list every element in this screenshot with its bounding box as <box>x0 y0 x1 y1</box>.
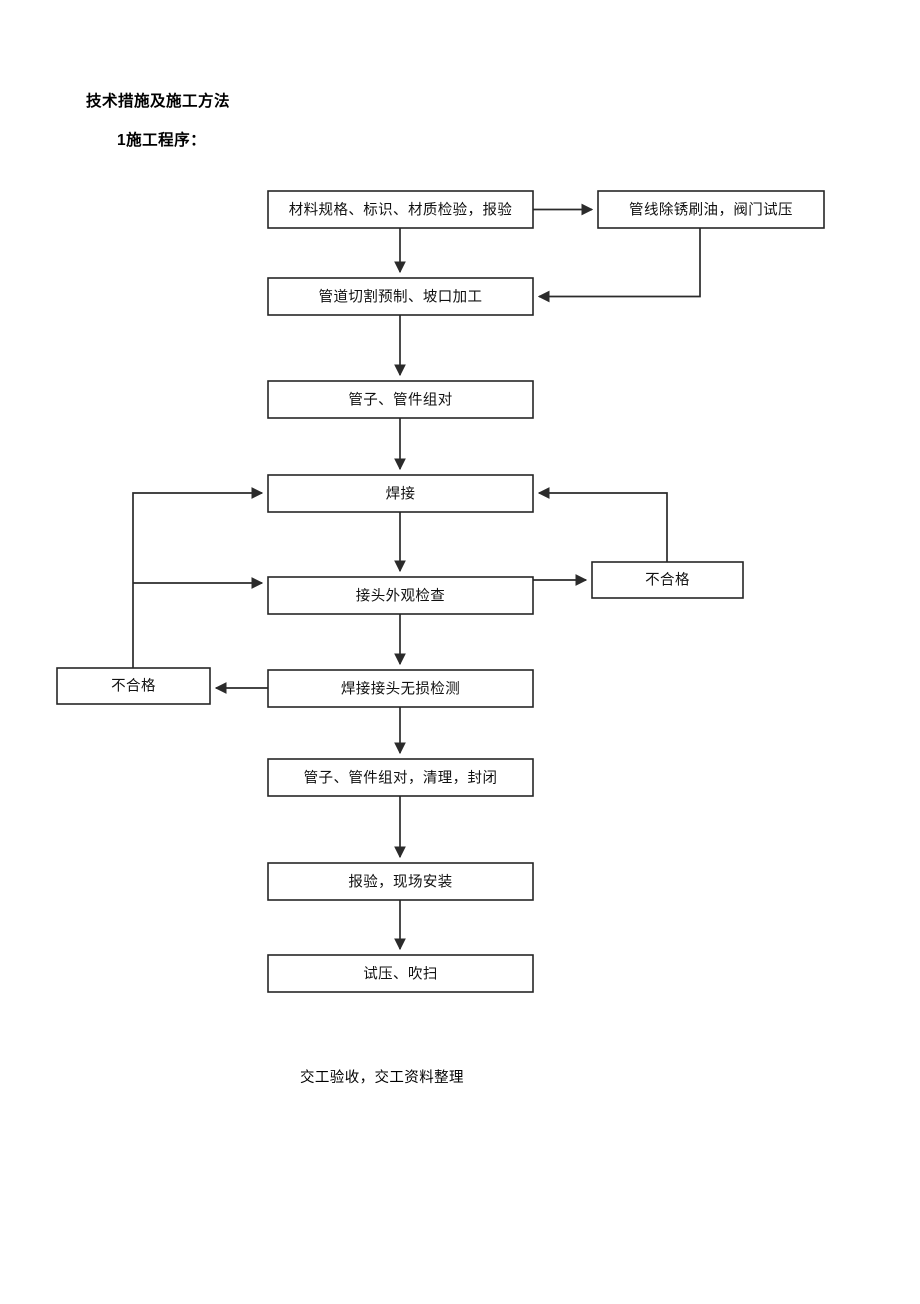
node-label-reject-left: 不合格 <box>111 677 156 694</box>
node-label-reject-right: 不合格 <box>645 571 690 588</box>
edge-reject-right-to-welding <box>537 487 668 562</box>
flow-node: 焊接接头无损检测 <box>267 669 534 708</box>
node-label-material-spec: 材料规格、标识、材质检验，报验 <box>289 201 513 218</box>
node-label-joint-visual-inspection: 接头外观检查 <box>356 587 445 604</box>
edge-reject-left-to-welding <box>132 487 264 668</box>
flow-node: 焊接 <box>267 474 534 513</box>
flowchart-final-step-label: 交工验收，交工资料整理 <box>300 1070 464 1086</box>
node-label-pressure-test-purge: 试压、吹扫 <box>363 965 438 982</box>
flow-node: 报验，现场安装 <box>267 862 534 901</box>
flow-node: 不合格 <box>56 667 211 705</box>
flow-node: 管道切割预制、坡口加工 <box>267 277 534 316</box>
flow-node: 接头外观检查 <box>267 576 534 615</box>
construction-procedure-flowchart: 材料规格、标识、材质检验，报验 管线除锈刷油，阀门试压 管道切割预制、坡口加工 … <box>0 160 920 1120</box>
node-label-assembly-clean-close: 管子、管件组对，清理，封闭 <box>304 769 498 786</box>
document-page: 技术措施及施工方法 1施工程序： 材料规格、标识、材质检验，报验 管线除锈刷油，… <box>0 0 920 1304</box>
section-title: 1施工程序： <box>117 132 207 149</box>
node-label-pipe-derust-valve-test: 管线除锈刷油，阀门试压 <box>629 201 793 218</box>
flow-node: 管线除锈刷油，阀门试压 <box>597 190 825 229</box>
flow-node: 试压、吹扫 <box>267 954 534 993</box>
edge-derust-to-cutting <box>537 228 701 303</box>
flowchart-canvas: 材料规格、标识、材质检验，报验 管线除锈刷油，阀门试压 管道切割预制、坡口加工 … <box>56 190 825 993</box>
flow-node: 不合格 <box>591 561 744 599</box>
page-title: 技术措施及施工方法 <box>86 93 231 110</box>
node-label-inspection-site-install: 报验，现场安装 <box>348 873 452 890</box>
node-label-pipe-fitting-assembly: 管子、管件组对 <box>348 391 452 408</box>
node-label-welding: 焊接 <box>386 485 416 502</box>
flow-node: 管子、管件组对，清理，封闭 <box>267 758 534 797</box>
node-label-weld-joint-ndt: 焊接接头无损检测 <box>341 680 460 697</box>
node-label-pipe-cutting-bevel: 管道切割预制、坡口加工 <box>319 288 483 305</box>
flow-node: 材料规格、标识、材质检验，报验 <box>267 190 534 229</box>
flow-node: 管子、管件组对 <box>267 380 534 419</box>
